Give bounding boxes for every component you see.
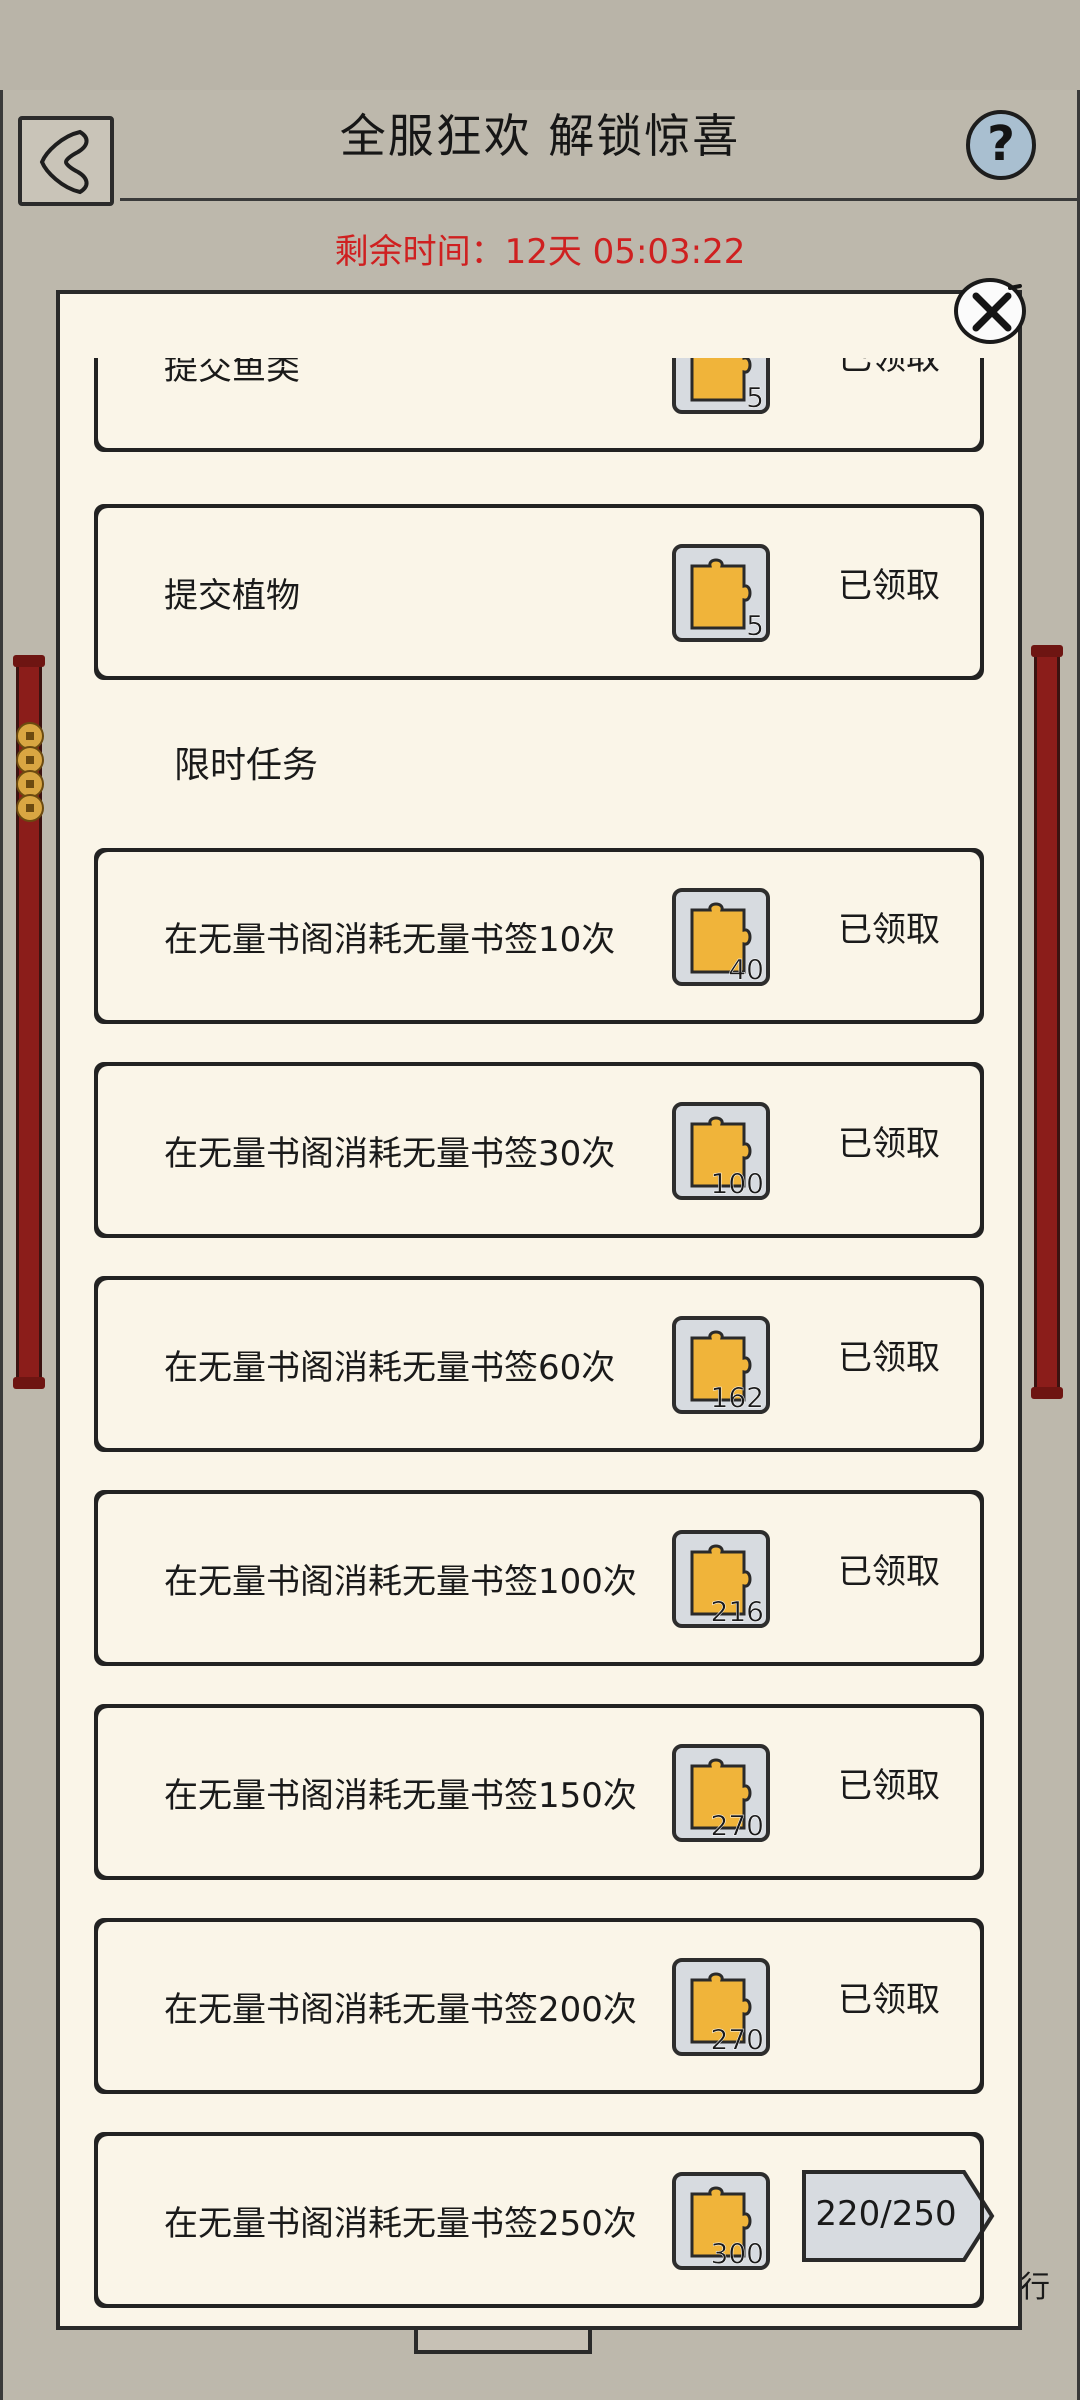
reward-item: 270 <box>672 1958 770 2056</box>
reward-item: 270 <box>672 1744 770 1842</box>
task-name: 在无量书阁消耗无量书签100次 <box>164 1562 637 1602</box>
reward-item: 5 <box>672 544 770 642</box>
claimed-status: 已领取 <box>838 1124 940 1164</box>
reward-item: 100 <box>672 1102 770 1200</box>
task-row: 在无量书阁消耗无量书签30次 100 已领取 <box>94 1062 984 1238</box>
task-row: 在无量书阁消耗无量书签100次 216 已领取 <box>94 1490 984 1666</box>
reward-count: 100 <box>710 1167 764 1201</box>
reward-item: 162 <box>672 1316 770 1414</box>
claimed-status: 已领取 <box>838 1980 940 2020</box>
reward-count: 5 <box>746 609 764 643</box>
claimed-status: 已领取 <box>838 1766 940 1806</box>
frame-left-edge <box>0 90 3 2400</box>
reward-count: 300 <box>710 2237 764 2271</box>
reward-item: 5 <box>672 358 770 414</box>
help-icon: ? <box>987 116 1015 172</box>
reward-item: 300 <box>672 2172 770 2270</box>
background-tab <box>414 2330 592 2354</box>
countdown-timer: 剩余时间：12天 05:03:22 <box>334 232 746 272</box>
limited-tasks-heading: 限时任务 <box>174 745 319 786</box>
page-title: 全服狂欢 解锁惊喜 <box>339 109 741 163</box>
reward-count: 270 <box>710 1809 764 1843</box>
task-row: 在无量书阁消耗无量书签200次 270 已领取 <box>94 1918 984 2094</box>
claimed-status: 已领取 <box>838 566 940 606</box>
task-row: 提交植物 5 已领取 <box>94 504 984 680</box>
task-list[interactable]: 提交鱼类 5 已领取 提交植物 5 已领取 限时任务 在无量书阁消耗无量书签10… <box>60 358 1018 2326</box>
task-row: 在无量书阁消耗无量书签150次 270 已领取 <box>94 1704 984 1880</box>
reward-item: 216 <box>672 1530 770 1628</box>
claimed-status: 已领取 <box>838 1338 940 1378</box>
task-name: 在无量书阁消耗无量书签60次 <box>164 1348 616 1388</box>
close-icon <box>972 284 1022 332</box>
reward-count: 270 <box>710 2023 764 2057</box>
reward-count: 162 <box>710 1381 764 1415</box>
header-divider <box>120 198 1080 201</box>
reward-count: 5 <box>746 381 764 415</box>
task-row: 提交鱼类 5 已领取 <box>94 358 984 452</box>
progress-tag: 220/250 <box>798 2166 998 2266</box>
task-row: 在无量书阁消耗无量书签250次 300 220/250 <box>94 2132 995 2308</box>
task-progress: 220/250 <box>815 2194 957 2234</box>
right-scroll-pillar <box>1031 645 1063 1399</box>
reward-count: 216 <box>710 1595 764 1629</box>
task-name: 在无量书阁消耗无量书签30次 <box>164 1134 616 1174</box>
task-panel: 提交鱼类 5 已领取 提交植物 5 已领取 限时任务 在无量书阁消耗无量书签10… <box>56 290 1022 2330</box>
reward-item: 40 <box>672 888 770 986</box>
claimed-status: 已领取 <box>838 910 940 950</box>
close-button[interactable] <box>954 278 1026 344</box>
task-name: 在无量书阁消耗无量书签10次 <box>164 920 616 960</box>
task-name: 在无量书阁消耗无量书签200次 <box>164 1990 637 2030</box>
event-screen: 全服狂欢 解锁惊喜 ? 剩余时间：12天 05:03:22 行 提交鱼类 5 已… <box>0 0 1080 2400</box>
task-name: 提交植物 <box>164 576 300 616</box>
coin-icon <box>16 794 44 822</box>
claimed-status: 已领取 <box>838 358 940 378</box>
reward-count: 40 <box>728 953 764 987</box>
task-row: 在无量书阁消耗无量书签60次 162 已领取 <box>94 1276 984 1452</box>
help-button[interactable]: ? <box>966 110 1036 180</box>
background-partial-label: 行 <box>1020 2270 1050 2305</box>
task-name: 在无量书阁消耗无量书签250次 <box>164 2204 637 2244</box>
claimed-status: 已领取 <box>838 1552 940 1592</box>
task-name: 提交鱼类 <box>164 358 300 388</box>
task-row: 在无量书阁消耗无量书签10次 40 已领取 <box>94 848 984 1024</box>
task-name: 在无量书阁消耗无量书签150次 <box>164 1776 637 1816</box>
